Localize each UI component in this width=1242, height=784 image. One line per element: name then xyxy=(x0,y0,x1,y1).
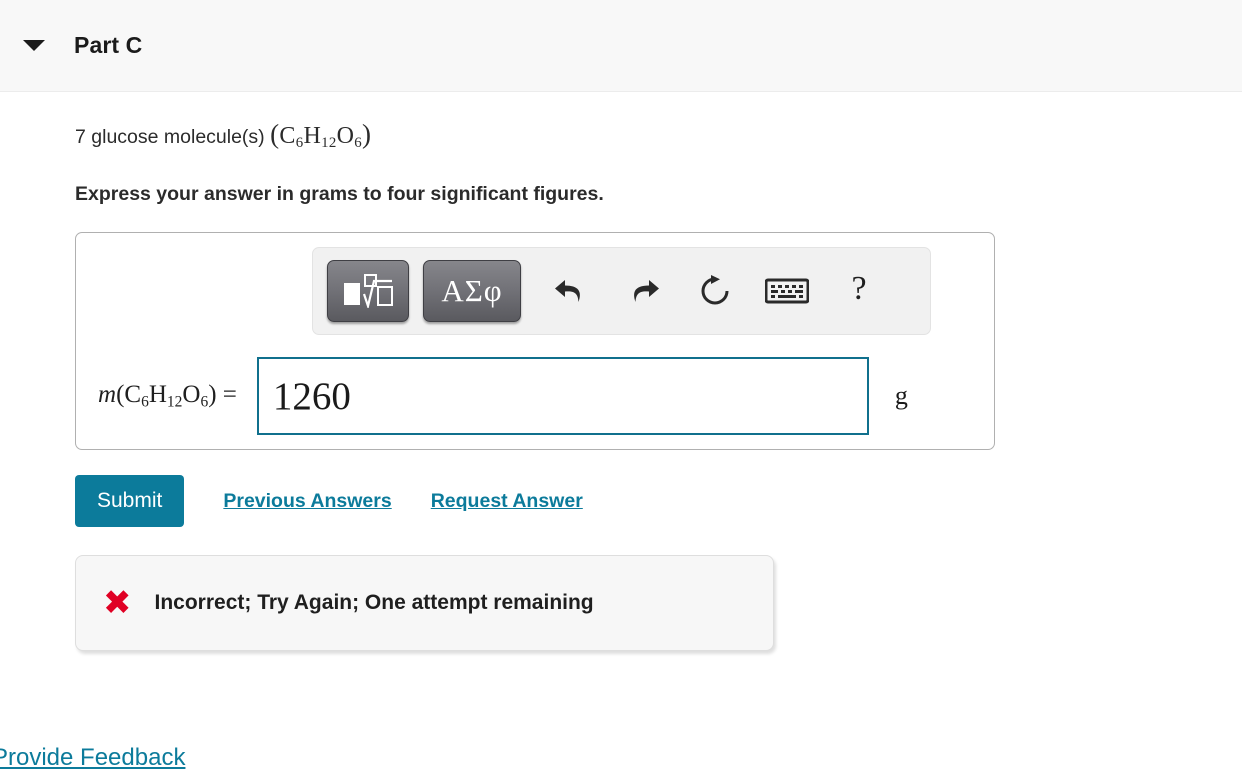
keyboard-button[interactable] xyxy=(751,260,823,322)
answer-label-close: ) xyxy=(208,381,217,409)
part-content: 7 glucose molecule(s) (C6H12O6) Express … xyxy=(0,117,1242,652)
formula-element-o: O xyxy=(336,123,355,149)
answer-label-m: m xyxy=(98,381,117,409)
caret-down-icon xyxy=(23,40,45,51)
question-statement: 7 glucose molecule(s) (C6H12O6) xyxy=(75,117,1242,153)
formula-open-paren: ( xyxy=(270,119,280,149)
undo-icon xyxy=(555,280,580,303)
answer-sub-c: 6 xyxy=(141,393,149,411)
collapse-caret-button[interactable] xyxy=(12,40,56,51)
submit-button[interactable]: Submit xyxy=(75,475,185,528)
answer-sub-h: 12 xyxy=(166,393,183,411)
square-root-template-icon xyxy=(344,274,393,309)
provide-feedback-link[interactable]: Provide Feedback xyxy=(0,744,185,772)
answer-label-c: C xyxy=(124,381,142,409)
formula-close-paren: ) xyxy=(361,119,372,149)
formula-element-c: C xyxy=(279,123,296,149)
greek-symbols-label: ΑΣφ xyxy=(441,273,503,309)
answer-panel: ΑΣφ ? m(C6H12O6) = 1260 g xyxy=(75,232,995,451)
answer-input[interactable]: 1260 xyxy=(256,357,869,436)
answer-input-value: 1260 xyxy=(272,374,351,418)
formula-element-h: H xyxy=(303,123,322,149)
answer-label-equals: = xyxy=(216,381,237,409)
feedback-banner: ✖ Incorrect; Try Again; One attempt rema… xyxy=(75,555,774,652)
x-mark-icon: ✖ xyxy=(103,583,132,624)
answer-variable-label: m(C6H12O6) = xyxy=(98,381,237,411)
reset-button[interactable] xyxy=(679,260,751,322)
formula-subscript-o: 6 xyxy=(354,135,362,152)
reset-icon xyxy=(701,275,729,305)
glucose-formula: (C6H12O6) xyxy=(270,119,371,152)
undo-button[interactable] xyxy=(535,260,607,322)
formula-subscript-h: 12 xyxy=(321,135,337,152)
help-icon: ? xyxy=(851,270,867,308)
part-header: Part C xyxy=(0,0,1242,92)
math-template-button[interactable] xyxy=(327,260,409,323)
feedback-message: Incorrect; Try Again; One attempt remain… xyxy=(154,591,594,615)
answer-input-row: m(C6H12O6) = 1260 g xyxy=(76,357,994,436)
previous-answers-link[interactable]: Previous Answers xyxy=(223,490,391,513)
answer-label-h: H xyxy=(148,381,167,409)
math-editor-toolbar: ΑΣφ ? xyxy=(312,247,931,336)
redo-icon xyxy=(634,280,659,303)
action-row: Submit Previous Answers Request Answer xyxy=(75,475,1242,528)
help-button[interactable]: ? xyxy=(823,258,895,324)
request-answer-link[interactable]: Request Answer xyxy=(431,490,583,513)
page-title: Part C xyxy=(74,32,143,58)
greek-symbols-button[interactable]: ΑΣφ xyxy=(423,260,521,323)
question-prefix: 7 glucose molecule(s) xyxy=(75,126,271,148)
redo-button[interactable] xyxy=(607,260,679,322)
answer-instruction: Express your answer in grams to four sig… xyxy=(75,183,604,206)
answer-label-o: O xyxy=(182,381,201,409)
keyboard-icon xyxy=(765,278,809,304)
answer-unit-label: g xyxy=(894,381,908,411)
